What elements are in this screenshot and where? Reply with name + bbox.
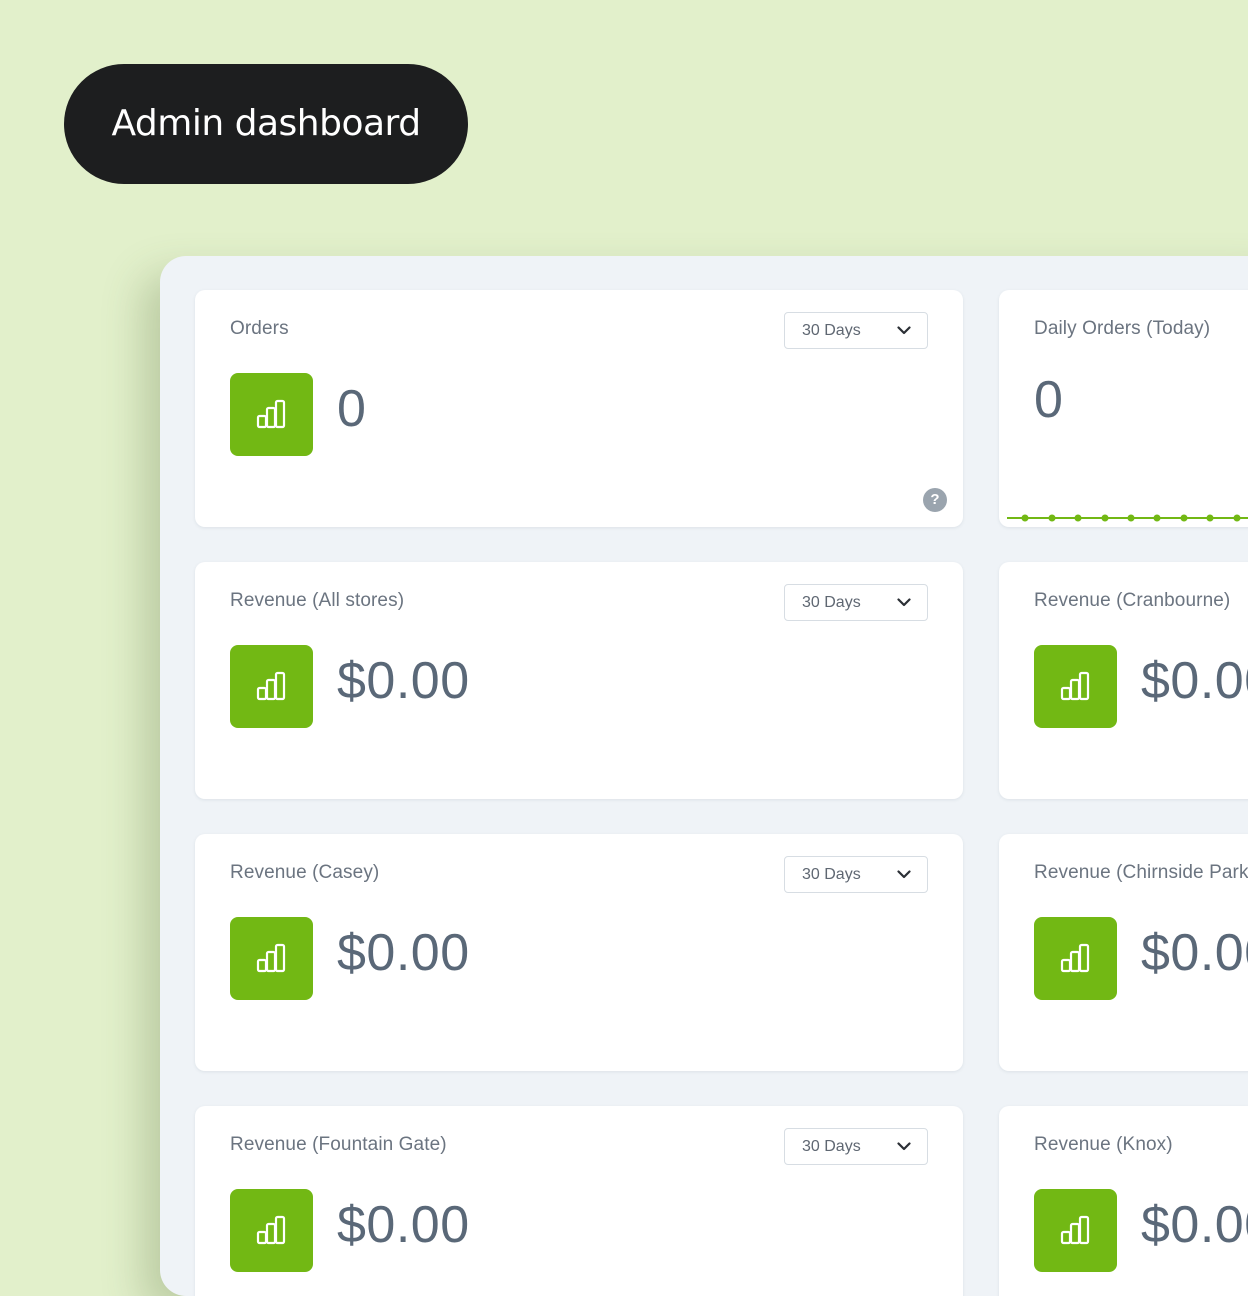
range-label: 30 Days [802, 1138, 861, 1155]
card-title: Revenue (Chirnside Park) [1034, 862, 1248, 883]
range-label: 30 Days [802, 866, 861, 883]
chevron-down-icon [897, 1142, 911, 1151]
stat-icon-box [230, 1189, 313, 1272]
card-title: Orders [230, 318, 289, 339]
stat-icon-box [230, 373, 313, 456]
revenue-fountain-gate-card: Revenue (Fountain Gate) 30 Days $0.00 [195, 1106, 963, 1296]
chevron-down-icon [897, 870, 911, 879]
revenue-value: $0.00 [1141, 924, 1248, 982]
revenue-knox-card: Revenue (Knox) $0.00 [999, 1106, 1248, 1296]
orders-value: 0 [337, 380, 367, 438]
revenue-value: $0.00 [337, 1196, 470, 1254]
revenue-cranbourne-card: Revenue (Cranbourne) $0.00 [999, 562, 1248, 799]
daily-orders-card: Daily Orders (Today) 0 [999, 290, 1248, 527]
chevron-down-icon [897, 326, 911, 335]
range-select[interactable]: 30 Days [784, 1128, 928, 1165]
stat-icon-box [1034, 917, 1117, 1000]
revenue-value: $0.00 [1141, 652, 1248, 710]
range-select[interactable]: 30 Days [784, 584, 928, 621]
sparkline [1007, 514, 1248, 522]
bar-chart-icon [1060, 1215, 1090, 1245]
daily-orders-value: 0 [1034, 371, 1063, 429]
help-icon[interactable]: ? [923, 488, 947, 512]
stat-icon-box [1034, 1189, 1117, 1272]
revenue-all-stores-card: Revenue (All stores) 30 Days $0.00 [195, 562, 963, 799]
bar-chart-icon [1060, 943, 1090, 973]
stat-icon-box [230, 917, 313, 1000]
dashboard-panel: Orders 30 Days 0 ? Daily Orders (Today) … [160, 256, 1248, 1296]
card-title: Revenue (Cranbourne) [1034, 590, 1231, 611]
chevron-down-icon [897, 598, 911, 607]
admin-dashboard-badge: Admin dashboard [64, 64, 468, 184]
revenue-value: $0.00 [1141, 1196, 1248, 1254]
range-select[interactable]: 30 Days [784, 312, 928, 349]
bar-chart-icon [256, 943, 286, 973]
card-title: Revenue (All stores) [230, 590, 405, 611]
stat-icon-box [230, 645, 313, 728]
orders-card: Orders 30 Days 0 ? [195, 290, 963, 527]
range-label: 30 Days [802, 594, 861, 611]
revenue-value: $0.00 [337, 652, 470, 710]
revenue-casey-card: Revenue (Casey) 30 Days $0.00 [195, 834, 963, 1071]
card-title: Daily Orders (Today) [1034, 318, 1211, 339]
bar-chart-icon [256, 671, 286, 701]
range-select[interactable]: 30 Days [784, 856, 928, 893]
card-title: Revenue (Fountain Gate) [230, 1134, 447, 1155]
card-title: Revenue (Casey) [230, 862, 380, 883]
revenue-value: $0.00 [337, 924, 470, 982]
bar-chart-icon [1060, 671, 1090, 701]
revenue-chirnside-park-card: Revenue (Chirnside Park) $0.00 [999, 834, 1248, 1071]
bar-chart-icon [256, 1215, 286, 1245]
stat-icon-box [1034, 645, 1117, 728]
bar-chart-icon [256, 399, 286, 429]
range-label: 30 Days [802, 322, 861, 339]
card-title: Revenue (Knox) [1034, 1134, 1173, 1155]
